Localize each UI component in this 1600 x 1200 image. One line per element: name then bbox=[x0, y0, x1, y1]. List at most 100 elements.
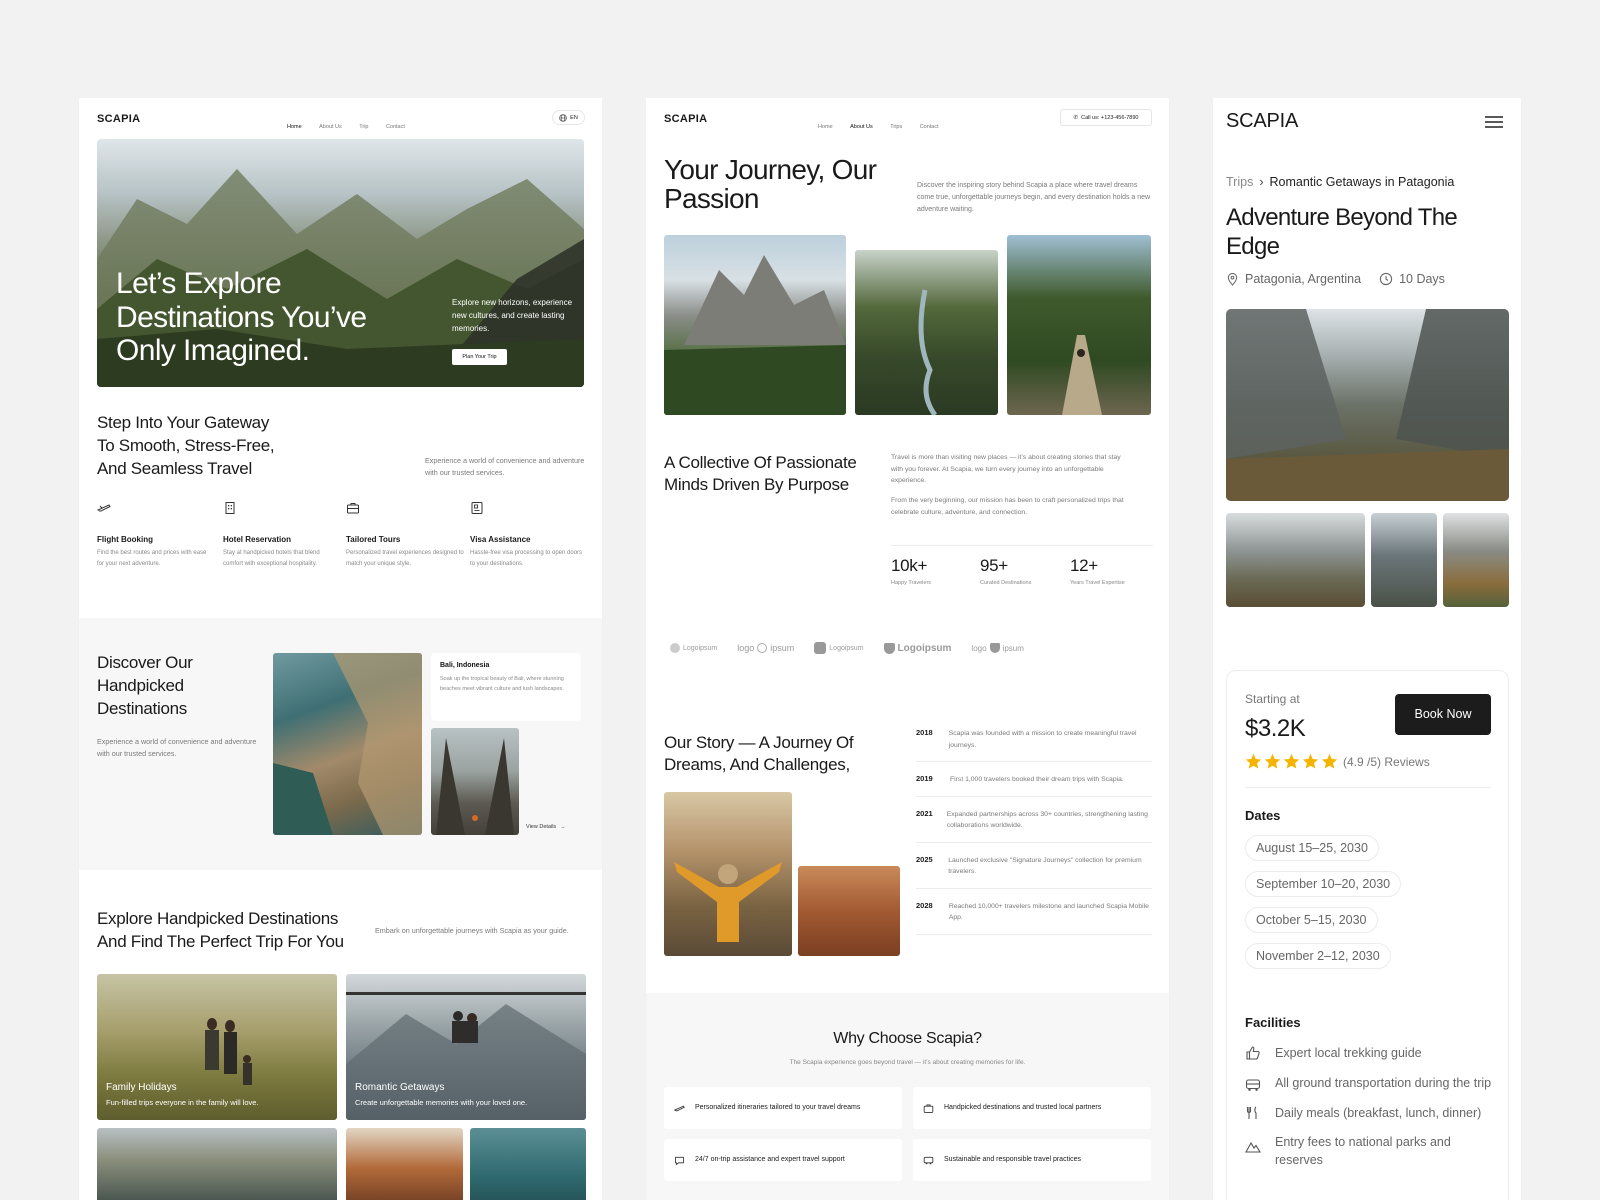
discover-title: Discover Our Handpicked Destinations bbox=[97, 653, 193, 718]
timeline-item: 2018 Scapia was founded with a mission t… bbox=[916, 724, 1152, 763]
collective-p2: From the very beginning, our mission has… bbox=[891, 497, 1124, 516]
romantic-getaways-card[interactable]: Romantic Getaways Create unforgettable m… bbox=[346, 974, 586, 1120]
clock-icon bbox=[1379, 272, 1393, 286]
hero-image: Let’s Explore Destinations You’ve Only I… bbox=[97, 139, 584, 387]
hamburger-menu-icon[interactable] bbox=[1485, 115, 1503, 129]
star-icon bbox=[1264, 753, 1281, 769]
date-option[interactable]: October 5–15, 2030 bbox=[1245, 907, 1378, 933]
main-nav: Home About Us Trip Contact bbox=[287, 115, 418, 133]
service-title: Hotel Reservation bbox=[223, 535, 292, 544]
book-now-button[interactable]: Book Now bbox=[1395, 694, 1491, 735]
chevron-right-icon: › bbox=[1259, 175, 1264, 189]
service-flight[interactable]: Flight Booking Find the best routes and … bbox=[97, 501, 215, 570]
facility-text: All ground transportation during the tri… bbox=[1275, 1075, 1492, 1090]
collective-title: A Collective Of Passionate Minds Driven … bbox=[664, 453, 857, 494]
divider bbox=[1245, 787, 1491, 788]
timeline-text: Scapia was founded with a mission to cre… bbox=[948, 730, 1137, 749]
passport-icon bbox=[471, 502, 483, 514]
facility-text: Expert local trekking guide bbox=[1275, 1046, 1422, 1060]
trip-main-image[interactable] bbox=[1226, 309, 1509, 501]
coast-card[interactable] bbox=[470, 1128, 586, 1200]
card-desc: Create unforgettable memories with your … bbox=[355, 1098, 528, 1107]
why-title: Why Choose Scapia? bbox=[833, 1030, 982, 1047]
nav-home[interactable]: Home bbox=[818, 124, 833, 130]
why-item: Sustainable and responsible travel pract… bbox=[913, 1139, 1151, 1181]
bali-gate-image[interactable] bbox=[431, 728, 519, 835]
family-holidays-card[interactable]: Family Holidays Fun-filled trips everyon… bbox=[97, 974, 337, 1120]
why-item: Personalized itineraries tailored to you… bbox=[664, 1087, 902, 1129]
plan-trip-button[interactable]: Plan Your Trip bbox=[452, 349, 507, 365]
call-label: Call us: +123-456-7890 bbox=[1081, 114, 1139, 121]
nav-about[interactable]: About Us bbox=[850, 124, 873, 130]
stat-travelers: 10k+ Happy Travelers bbox=[891, 556, 931, 586]
date-option[interactable]: September 10–20, 2030 bbox=[1245, 871, 1402, 897]
landing-page-panel: SCAPIA Home About Us Trip Contact EN Let… bbox=[79, 98, 602, 1200]
brand-logo[interactable]: SCAPIA bbox=[97, 113, 140, 125]
breadcrumb-root[interactable]: Trips bbox=[1226, 175, 1253, 189]
hero-blurb: Explore new horizons, experience new cul… bbox=[452, 298, 573, 333]
timeline-text: Expanded partnerships across 30+ countri… bbox=[946, 810, 1148, 830]
building-icon bbox=[225, 502, 235, 514]
timeline-year: 2021 bbox=[916, 808, 933, 818]
service-hotel[interactable]: Hotel Reservation Stay at handpicked hot… bbox=[223, 501, 341, 570]
divider bbox=[891, 545, 1153, 546]
star-icon bbox=[1302, 753, 1319, 769]
bus-icon bbox=[1245, 1078, 1261, 1091]
language-selector[interactable]: EN bbox=[552, 110, 585, 125]
service-desc: Hassle-free visa processing to open door… bbox=[470, 550, 583, 567]
service-tours[interactable]: Tailored Tours Personalized travel exper… bbox=[346, 501, 464, 570]
partner-logo: logo ipsum bbox=[971, 643, 1024, 653]
call-button[interactable]: ✆ Call us: +123-456-7890 bbox=[1060, 109, 1152, 126]
trip-thumb-2[interactable] bbox=[1371, 513, 1437, 607]
trip-thumb-1[interactable] bbox=[1226, 513, 1365, 607]
service-desc: Find the best routes and prices with eas… bbox=[97, 550, 207, 567]
destination-card[interactable]: Bali, Indonesia Soak up the tropical bea… bbox=[431, 653, 581, 721]
stat-value: 95+ bbox=[980, 556, 1008, 575]
arrow-right-icon: → bbox=[560, 824, 566, 830]
brand-logo[interactable]: SCAPIA bbox=[1226, 110, 1298, 133]
price-label: Starting at bbox=[1245, 692, 1300, 706]
temple-card[interactable] bbox=[346, 1128, 463, 1200]
nav-contact[interactable]: Contact bbox=[920, 124, 939, 130]
mountain-icon bbox=[1245, 1141, 1261, 1153]
star-icon bbox=[1321, 753, 1338, 769]
facility-item: All ground transportation during the tri… bbox=[1245, 1075, 1495, 1093]
view-details-link[interactable]: View Details → bbox=[526, 824, 566, 830]
why-section: Why Choose Scapia? The Scapia experience… bbox=[646, 993, 1169, 1200]
date-option[interactable]: August 15–25, 2030 bbox=[1245, 835, 1379, 861]
date-option[interactable]: November 2–12, 2030 bbox=[1245, 943, 1391, 969]
collective-p1: Travel is more than visiting new places … bbox=[891, 454, 1121, 485]
trip-duration: 10 Days bbox=[1399, 272, 1445, 286]
lake-card[interactable] bbox=[97, 1128, 337, 1200]
service-visa[interactable]: Visa Assistance Hassle-free visa process… bbox=[470, 501, 588, 570]
nav-trips[interactable]: Trips bbox=[890, 124, 902, 130]
about-page-panel: SCAPIA Home About Us Trips Contact ✆ Cal… bbox=[646, 98, 1169, 1200]
service-title: Tailored Tours bbox=[346, 535, 401, 544]
rating: (4.9 /5) Reviews bbox=[1245, 753, 1430, 770]
brand-logo[interactable]: SCAPIA bbox=[664, 113, 707, 125]
bali-cliff-image[interactable] bbox=[273, 653, 422, 835]
facilities-title: Facilities bbox=[1245, 1015, 1301, 1030]
why-text: 24/7 on-trip assistance and expert trave… bbox=[695, 1156, 845, 1164]
partner-logo: Logoipsum bbox=[670, 643, 717, 653]
rating-stars bbox=[1245, 753, 1338, 770]
nav-contact[interactable]: Contact bbox=[386, 124, 405, 130]
trip-thumb-3[interactable] bbox=[1443, 513, 1509, 607]
nav-home[interactable]: Home bbox=[287, 124, 302, 130]
nav-trip[interactable]: Trip bbox=[359, 124, 368, 130]
why-text: Personalized itineraries tailored to you… bbox=[695, 1104, 861, 1112]
hero-title: Let’s Explore Destinations You’ve Only I… bbox=[116, 267, 367, 368]
stat-label: Years Travel Expertise bbox=[1070, 580, 1125, 586]
timeline-year: 2028 bbox=[916, 900, 933, 910]
card-title: Romantic Getaways bbox=[355, 1082, 445, 1093]
stat-value: 10k+ bbox=[891, 556, 928, 575]
service-title: Flight Booking bbox=[97, 535, 153, 544]
service-title: Visa Assistance bbox=[470, 535, 531, 544]
star-icon bbox=[1245, 753, 1262, 769]
timeline-text: Reached 10,000+ travelers milestone and … bbox=[948, 902, 1149, 922]
trip-title: Adventure Beyond The Edge bbox=[1226, 204, 1458, 261]
star-icon bbox=[1283, 753, 1300, 769]
rating-text: (4.9 /5) Reviews bbox=[1343, 754, 1430, 769]
nav-about[interactable]: About Us bbox=[319, 124, 342, 130]
discover-section: Discover Our Handpicked Destinations Exp… bbox=[79, 618, 602, 870]
